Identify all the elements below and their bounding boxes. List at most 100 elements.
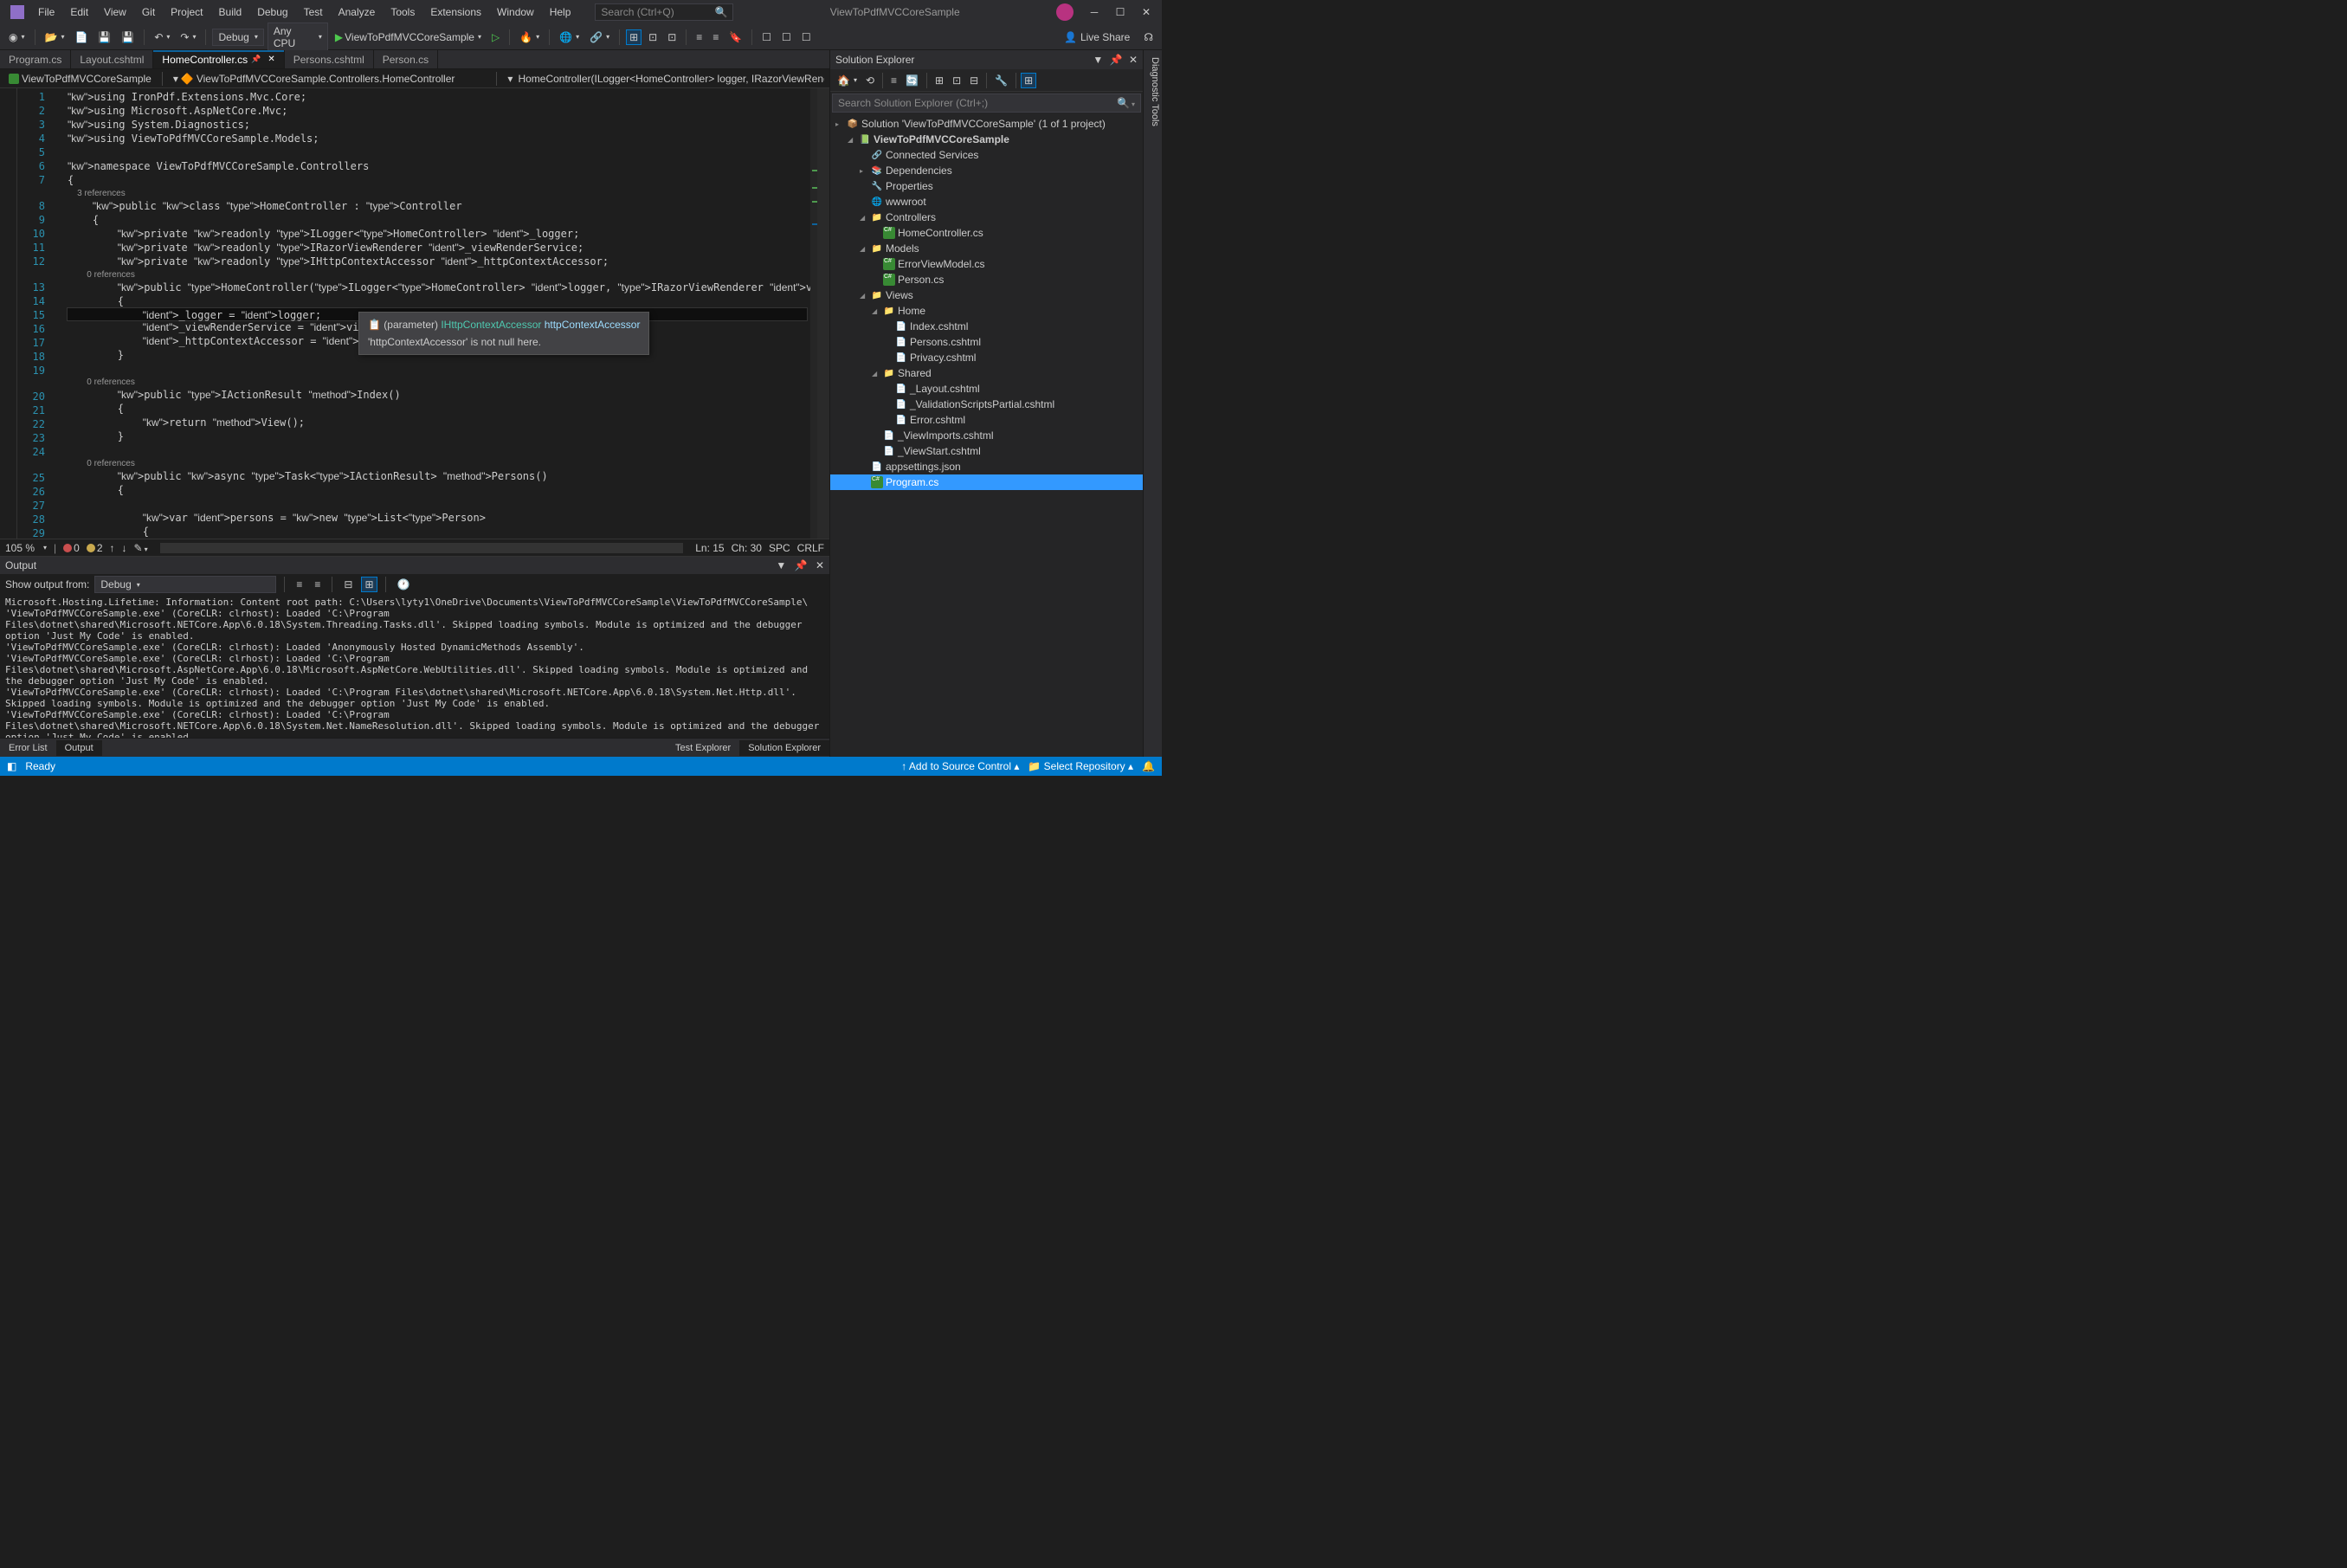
se-tool-8[interactable]: ⊞ (1021, 73, 1036, 88)
output-text[interactable]: Microsoft.Hosting.Lifetime: Information:… (0, 595, 829, 738)
code-line[interactable] (68, 497, 807, 511)
tree-node[interactable]: Program.cs (830, 474, 1143, 490)
breadcrumb-project[interactable]: ViewToPdfMVCCoreSample (5, 72, 155, 86)
code-line[interactable]: 0 references (68, 268, 807, 281)
tree-node[interactable]: ◢📁Models (830, 241, 1143, 256)
menu-view[interactable]: View (97, 3, 133, 22)
bottom-tab-output[interactable]: Output (56, 740, 102, 756)
code-editor[interactable]: 1234567891011121314151617181920212223242… (0, 88, 829, 539)
close-tab-icon[interactable]: ✕ (268, 55, 274, 64)
notifications-button[interactable]: 🔔 (1142, 760, 1155, 772)
tb-tool-7[interactable]: ☐ (758, 29, 775, 45)
se-tool-6[interactable]: ⊟ (966, 73, 982, 88)
code-line[interactable]: 0 references (68, 457, 807, 469)
code-line[interactable]: "kw">public "kw">class "type">HomeContro… (68, 199, 807, 213)
editor-tab[interactable]: HomeController.cs 📌✕ (153, 50, 284, 68)
menu-window[interactable]: Window (490, 3, 541, 22)
output-close-button[interactable]: ✕ (816, 559, 824, 571)
maximize-button[interactable]: ☐ (1108, 3, 1132, 21)
expand-arrow[interactable]: ◢ (860, 292, 868, 300)
panel-pin-button[interactable]: 📌 (1110, 54, 1123, 66)
save-all-button[interactable]: 💾 (118, 29, 138, 45)
editor-tab[interactable]: Layout.cshtml (71, 50, 153, 68)
code-line[interactable]: "kw">public "type">IActionResult "method… (68, 388, 807, 402)
code-line[interactable]: { (68, 173, 807, 187)
editor-tab[interactable]: Person.cs (374, 50, 438, 68)
platform-dropdown[interactable]: Any CPU▾ (268, 23, 328, 52)
editor-tab[interactable]: Persons.cshtml (285, 50, 374, 68)
tb-tool-9[interactable]: ☐ (798, 29, 815, 45)
feedback-button[interactable]: ☊ (1140, 29, 1157, 45)
code-line[interactable]: "kw">var "ident">persons = "kw">new "typ… (68, 511, 807, 525)
zoom-level[interactable]: 105 % (5, 542, 35, 554)
tree-node[interactable]: ▸📚Dependencies (830, 163, 1143, 178)
tree-node[interactable]: ErrorViewModel.cs (830, 256, 1143, 272)
output-tool-2[interactable]: ≡ (311, 577, 324, 592)
menu-help[interactable]: Help (543, 3, 578, 22)
diagnostic-tools-tab[interactable]: Diagnostic Tools (1143, 50, 1162, 757)
browser-link-button[interactable]: 🔗▾ (586, 29, 613, 45)
code-line[interactable]: { (68, 213, 807, 227)
tree-node[interactable]: ◢📗ViewToPdfMVCCoreSample (830, 132, 1143, 147)
code-line[interactable] (68, 362, 807, 376)
add-source-control-button[interactable]: ↑ Add to Source Control ▴ (901, 760, 1019, 772)
code-line[interactable]: { (68, 402, 807, 416)
output-pin-button[interactable]: 📌 (795, 559, 808, 571)
tb-tool-1[interactable]: ⊞ (626, 29, 642, 45)
menu-build[interactable]: Build (212, 3, 249, 22)
minimize-button[interactable]: ─ (1082, 3, 1106, 21)
code-line[interactable]: "kw">private "kw">readonly "type">IHttpC… (68, 255, 807, 268)
tree-node[interactable]: 🌐wwwroot (830, 194, 1143, 210)
vertical-scrollbar[interactable] (817, 88, 829, 539)
find-next-button[interactable]: ↓ (122, 542, 127, 554)
tb-tool-5[interactable]: ≡ (709, 29, 722, 45)
output-tool-4[interactable]: ⊞ (361, 577, 377, 592)
output-dropdown-button[interactable]: ▼ (776, 559, 786, 571)
tree-node[interactable]: 📄Privacy.cshtml (830, 350, 1143, 365)
tree-node[interactable]: ◢📁Controllers (830, 210, 1143, 225)
tb-tool-2[interactable]: ⊡ (645, 29, 661, 45)
menu-tools[interactable]: Tools (384, 3, 422, 22)
start-debug-button[interactable]: ▶ ViewToPdfMVCCoreSample▾ (332, 29, 485, 45)
menu-extensions[interactable]: Extensions (423, 3, 488, 22)
tree-node[interactable]: 🔗Connected Services (830, 147, 1143, 163)
code-line[interactable]: "kw">private "kw">readonly "type">IRazor… (68, 241, 807, 255)
close-button[interactable]: ✕ (1134, 3, 1158, 21)
code-line[interactable]: "kw">public "type">HomeController("type"… (68, 281, 807, 294)
code-line[interactable]: "kw">using IronPdf.Extensions.Mvc.Core; (68, 90, 807, 104)
error-count[interactable]: 0 (63, 542, 80, 554)
save-button[interactable]: 💾 (94, 29, 114, 45)
redo-button[interactable]: ↷▾ (177, 29, 199, 45)
expand-arrow[interactable]: ◢ (872, 307, 880, 315)
menu-debug[interactable]: Debug (250, 3, 294, 22)
global-search-input[interactable]: Search (Ctrl+Q) 🔍 (595, 3, 733, 21)
tree-node[interactable]: 📄_ValidationScriptsPartial.cshtml (830, 397, 1143, 412)
find-prev-button[interactable]: ↑ (110, 542, 115, 554)
bottom-tab-solution-explorer[interactable]: Solution Explorer (739, 740, 829, 756)
expand-arrow[interactable]: ◢ (860, 245, 868, 253)
tb-tool-6[interactable]: 🔖 (725, 29, 745, 45)
expand-arrow[interactable]: ◢ (860, 214, 868, 222)
tree-node[interactable]: HomeController.cs (830, 225, 1143, 241)
panel-dropdown-button[interactable]: ▼ (1093, 54, 1103, 66)
tree-node[interactable]: ◢📁Home (830, 303, 1143, 319)
code-line[interactable] (68, 443, 807, 457)
live-share-button[interactable]: 👤 Live Share (1057, 29, 1137, 45)
se-tool-1[interactable]: ⟲ (862, 73, 878, 88)
solution-tree[interactable]: ▸ 📦 Solution 'ViewToPdfMVCCoreSample' (1… (830, 114, 1143, 757)
code-line[interactable]: 0 references (68, 376, 807, 388)
tree-node[interactable]: 📄Index.cshtml (830, 319, 1143, 334)
select-repository-button[interactable]: 📁 Select Repository ▴ (1028, 760, 1133, 772)
bottom-tab-test-explorer[interactable]: Test Explorer (667, 740, 739, 756)
se-tool-5[interactable]: ⊡ (949, 73, 964, 88)
menu-edit[interactable]: Edit (63, 3, 95, 22)
code-line[interactable]: "kw">using ViewToPdfMVCCoreSample.Models… (68, 132, 807, 145)
code-line[interactable]: { (68, 294, 807, 308)
panel-close-button[interactable]: ✕ (1129, 54, 1138, 66)
code-line[interactable]: "kw">namespace ViewToPdfMVCCoreSample.Co… (68, 159, 807, 173)
tree-node[interactable]: 📄appsettings.json (830, 459, 1143, 474)
menu-project[interactable]: Project (164, 3, 210, 22)
code-line[interactable]: { (68, 483, 807, 497)
back-button[interactable]: ◉▾ (5, 29, 29, 45)
code-line[interactable]: "kw">using System.Diagnostics; (68, 118, 807, 132)
